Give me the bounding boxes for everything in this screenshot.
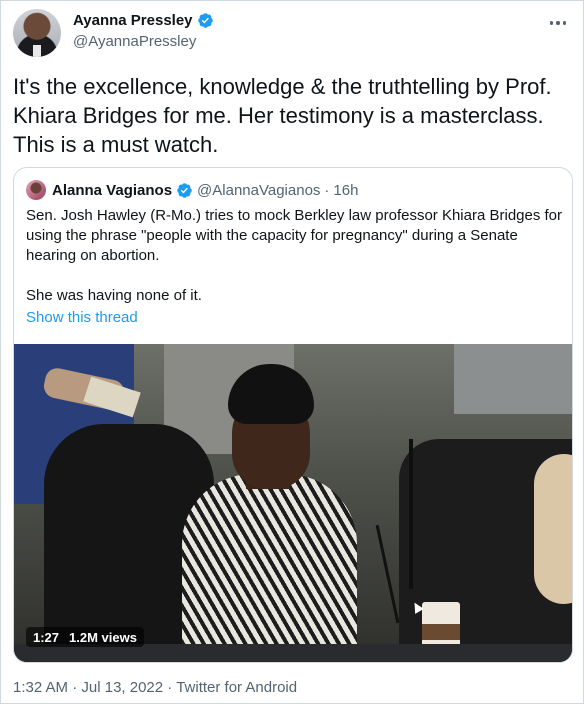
tweet-date[interactable]: Jul 13, 2022 <box>81 679 163 696</box>
video-shoulder <box>534 454 572 604</box>
tweet-header: Ayanna Pressley @AyannaPressley <box>13 9 573 59</box>
quoted-separator: · <box>324 181 330 199</box>
microphone-stand <box>409 439 413 589</box>
quoted-timestamp: 16h <box>333 181 359 199</box>
video-info-badge: 1:27 1.2M views <box>26 627 144 647</box>
coffee-cup-sleeve <box>422 624 460 640</box>
verified-badge-icon <box>197 12 214 29</box>
quoted-tweet-header: Alanna Vagianos @AlannaVagianos · 16h <box>26 180 358 200</box>
tweet-text: It's the excellence, knowledge & the tru… <box>13 74 552 157</box>
quoted-text-paragraph-1: Sen. Josh Hawley (R-Mo.) tries to mock B… <box>26 207 563 264</box>
quoted-tweet[interactable]: Alanna Vagianos @AlannaVagianos · 16h Se… <box>13 167 573 663</box>
video-duration: 1:27 <box>33 629 60 645</box>
author-avatar[interactable] <box>13 9 61 57</box>
tweet-metadata: 1:32 AM · Jul 13, 2022 · Twitter for And… <box>13 679 297 696</box>
video-views: 1.2M views <box>69 629 137 645</box>
meta-separator: · <box>167 679 173 696</box>
author-handle[interactable]: @AyannaPressley <box>73 33 196 50</box>
quoted-author-handle: @AlannaVagianos <box>197 181 321 199</box>
video-speaker-body <box>182 474 357 662</box>
meta-separator: · <box>72 679 78 696</box>
avatar-collar <box>33 45 41 57</box>
author-display-name[interactable]: Ayanna Pressley <box>73 12 193 29</box>
tweet-time[interactable]: 1:32 AM <box>13 679 68 696</box>
quoted-tweet-text: Sen. Josh Hawley (R-Mo.) tries to mock B… <box>26 206 562 306</box>
quoted-text-paragraph-2: She was having none of it. <box>26 287 202 304</box>
tweet-card: Ayanna Pressley @AyannaPressley It's the… <box>0 0 584 704</box>
video-background-person <box>454 344 572 414</box>
quoted-author-name: Alanna Vagianos <box>52 181 173 199</box>
verified-badge-icon <box>176 182 193 199</box>
author-name-row: Ayanna Pressley <box>73 12 214 29</box>
video-player[interactable]: 1:27 1.2M views <box>14 344 572 662</box>
show-thread-link[interactable]: Show this thread <box>26 309 138 326</box>
quoted-author-avatar <box>26 180 46 200</box>
tweet-source[interactable]: Twitter for Android <box>176 679 297 696</box>
more-options-icon[interactable] <box>543 11 573 35</box>
